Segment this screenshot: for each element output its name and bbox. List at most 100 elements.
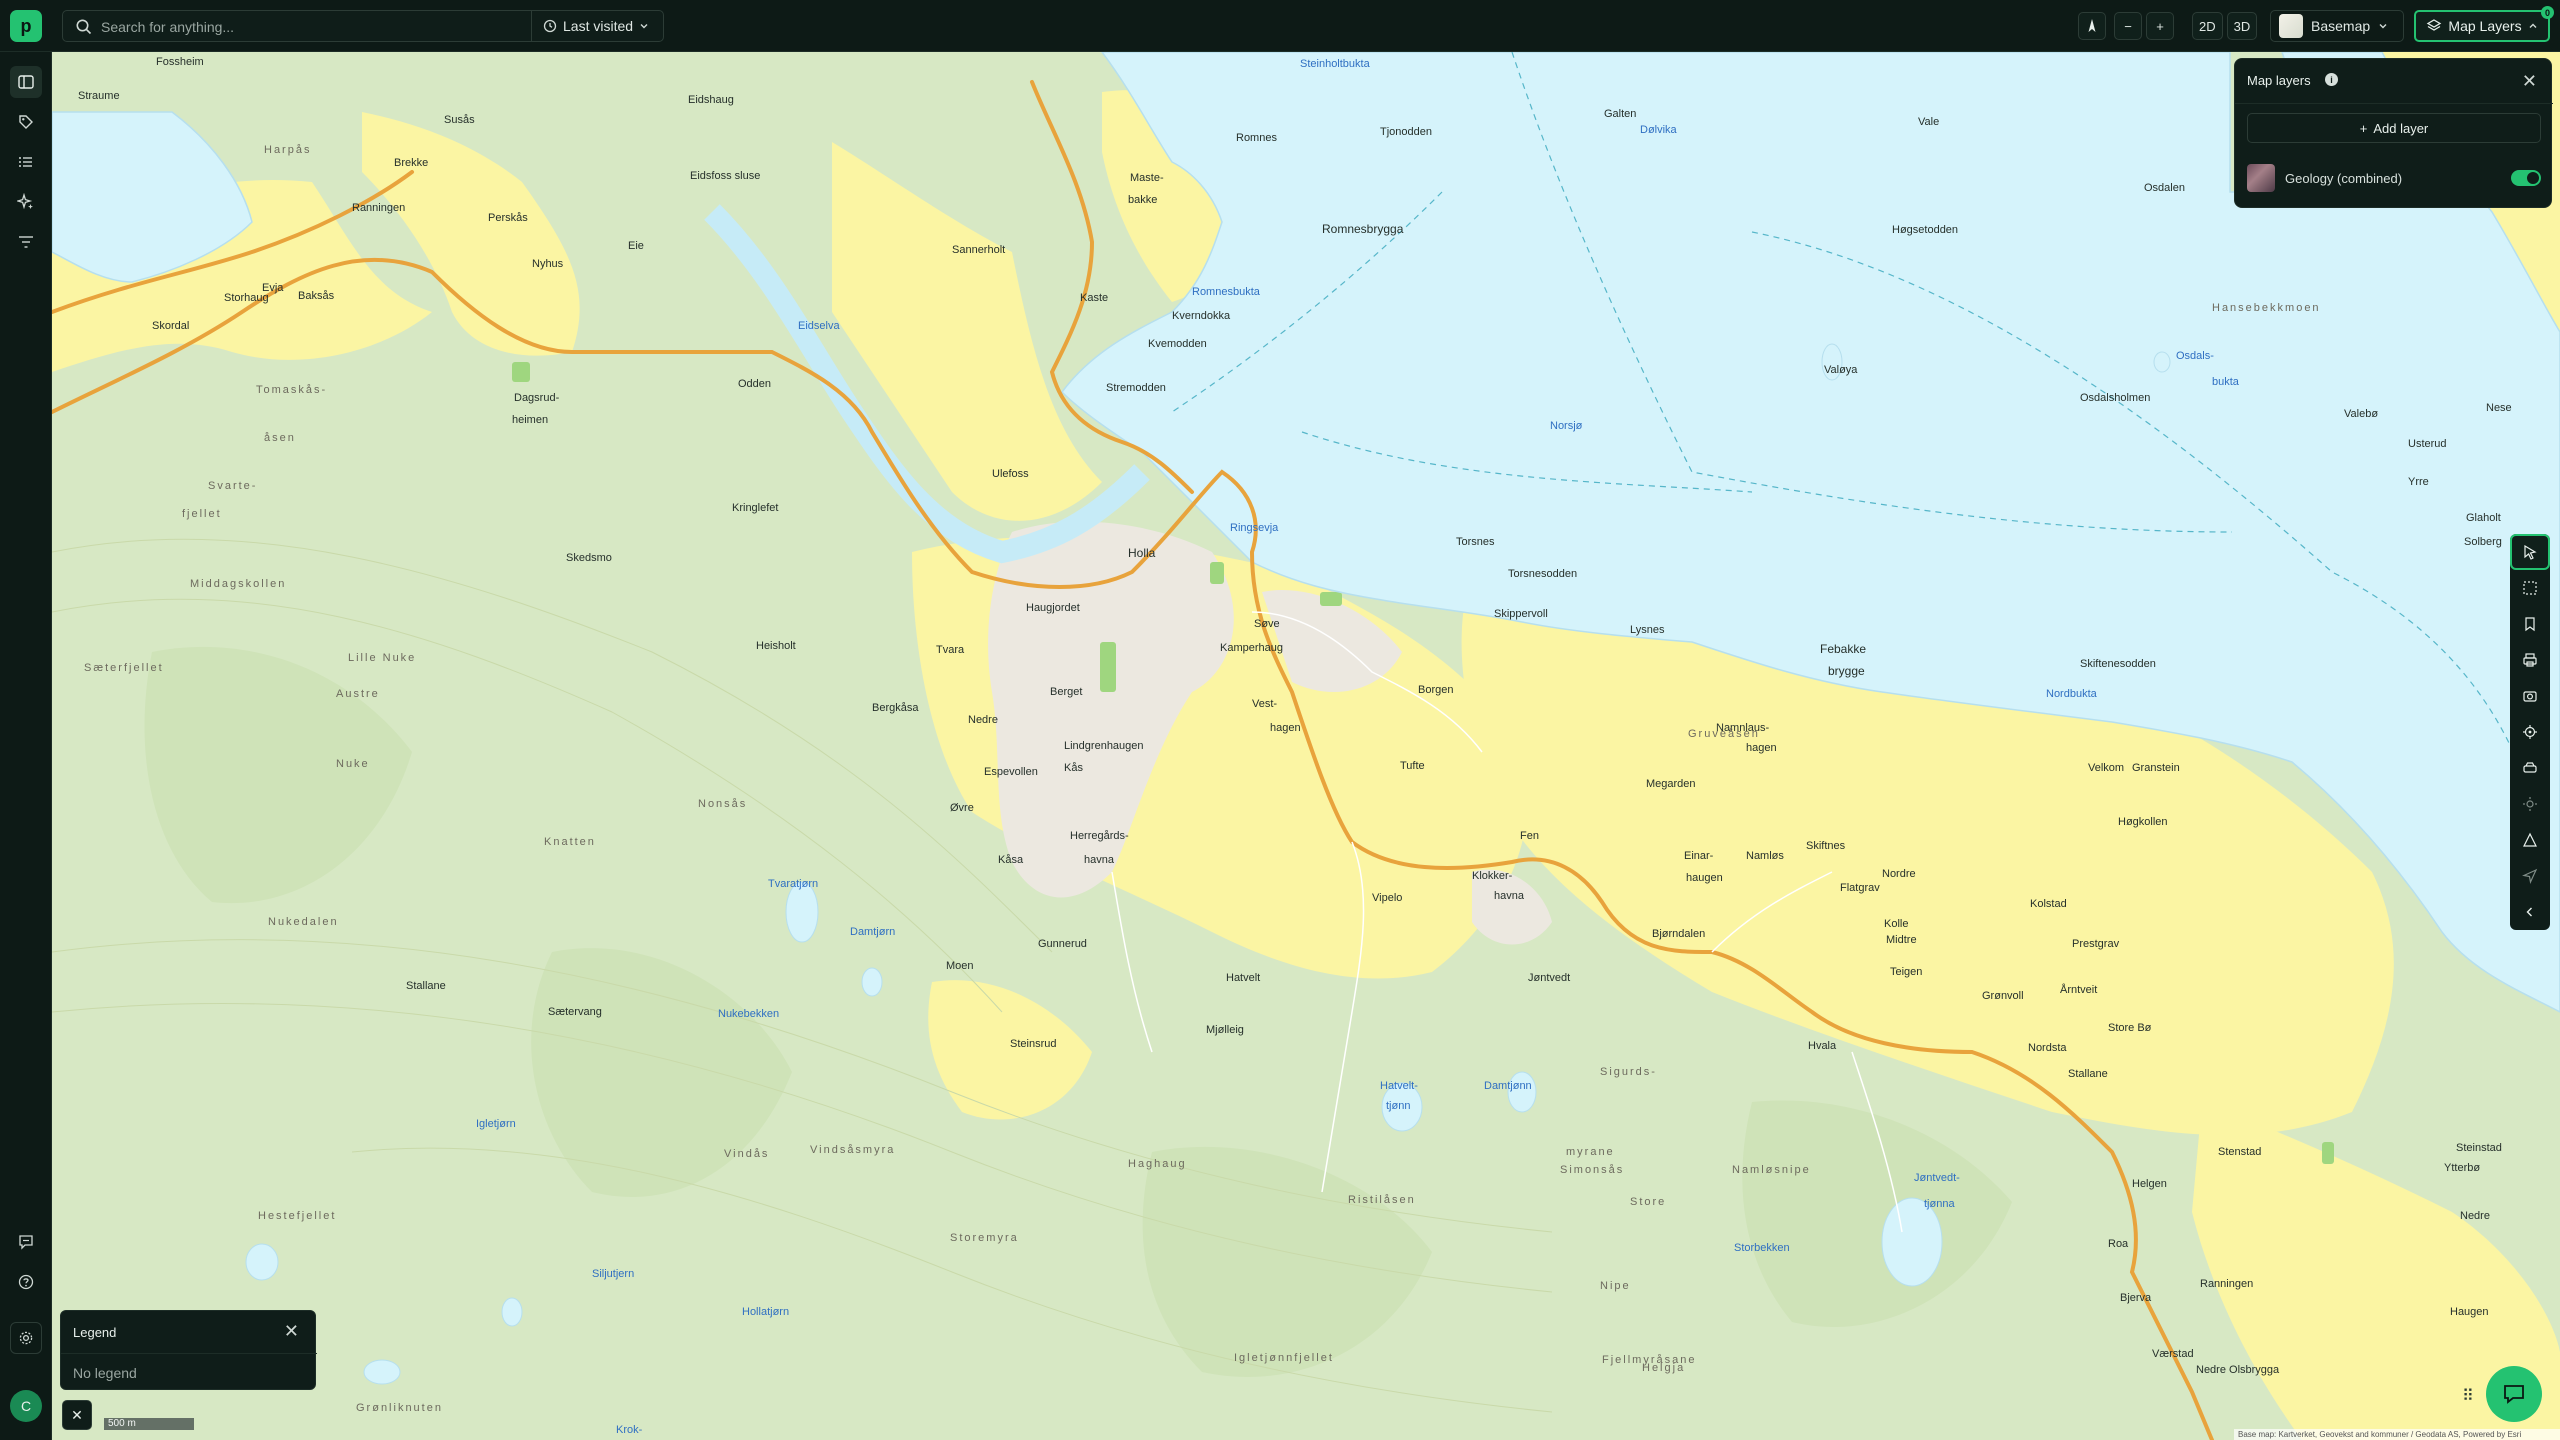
- search-input[interactable]: Search for anything...: [101, 19, 234, 35]
- navigate-button[interactable]: [2510, 858, 2550, 894]
- place-label: Namløsnipe: [1732, 1164, 1811, 1176]
- place-label: Tomaskås-: [256, 384, 328, 396]
- print-icon: [2523, 653, 2537, 667]
- map-layers-button[interactable]: Map Layers 0: [2414, 6, 2554, 42]
- sidebar-item-feedback[interactable]: [10, 1226, 42, 1258]
- sidebar-item-ai[interactable]: [10, 186, 42, 218]
- chat-button[interactable]: [2486, 1366, 2542, 1422]
- place-label: Granstein: [2132, 762, 2180, 774]
- sidebar-item-list[interactable]: [10, 146, 42, 178]
- mode-2d-button[interactable]: 2D: [2192, 12, 2223, 40]
- zoom-in-button[interactable]: +: [2146, 12, 2174, 40]
- sidebar-item-tags[interactable]: [10, 106, 42, 138]
- add-layer-button[interactable]: + Add layer: [2247, 113, 2541, 143]
- terrain-label: Grønliknuten: [356, 1402, 443, 1414]
- compass-button[interactable]: [2078, 12, 2106, 40]
- locate-button[interactable]: [2510, 714, 2550, 750]
- place-label: Stallane: [2068, 1068, 2108, 1080]
- place-label: Sigurds-: [1600, 1066, 1657, 1078]
- sidebar-item-filter[interactable]: [10, 226, 42, 258]
- place-label: Stenstad: [2218, 1146, 2262, 1158]
- sidebar-item-settings[interactable]: [10, 1322, 42, 1354]
- collapse-tools-button[interactable]: [2510, 894, 2550, 930]
- place-label: Baksås: [298, 290, 335, 302]
- place-label: Høgsetodden: [1892, 224, 1959, 236]
- place-label: Tjonodden: [1380, 126, 1432, 138]
- print-button[interactable]: [2510, 642, 2550, 678]
- screenshot-button[interactable]: [2510, 678, 2550, 714]
- place-label: Roa: [2108, 1238, 2129, 1250]
- place-label: Nedre: [968, 714, 998, 726]
- close-icon[interactable]: ✕: [284, 1321, 299, 1342]
- tag-icon: [19, 115, 33, 129]
- user-avatar[interactable]: C: [10, 1390, 42, 1422]
- terrain-label: Igletjønnfjellet: [1234, 1352, 1334, 1364]
- place-label: Mjølleig: [1206, 1024, 1244, 1036]
- place-label: Febakke: [1820, 642, 1867, 656]
- water-label: Norsjø: [1550, 420, 1583, 432]
- layer-visibility-toggle[interactable]: [2511, 170, 2541, 186]
- drag-handle-icon[interactable]: ⠿: [2462, 1386, 2474, 1406]
- measure-button[interactable]: [2510, 822, 2550, 858]
- place-label: Holla: [1128, 546, 1156, 560]
- mode-3d-button[interactable]: 3D: [2226, 12, 2258, 40]
- close-scale-button[interactable]: ✕: [62, 1400, 92, 1430]
- place-label: Galten: [1604, 108, 1637, 120]
- layers-icon: [2427, 19, 2442, 31]
- layer-item[interactable]: Geology (combined): [2247, 163, 2541, 193]
- box-select-button[interactable]: [2510, 570, 2550, 606]
- sidebar-item-help[interactable]: [10, 1266, 42, 1298]
- place-label: Osdalsholmen: [2080, 392, 2151, 404]
- zoom-out-button[interactable]: −: [2114, 12, 2142, 40]
- search-bar[interactable]: Search for anything... Last visited: [62, 10, 664, 42]
- place-label: Austre: [336, 688, 380, 700]
- basemap-button[interactable]: Basemap: [2270, 10, 2404, 42]
- place-label: Søve: [1254, 618, 1280, 630]
- place-label: Store Bø: [2108, 1022, 2152, 1034]
- place-label: Bjørndalen: [1652, 928, 1706, 940]
- sun-icon: [2523, 797, 2537, 811]
- place-label: Jøntvedt: [1528, 972, 1571, 984]
- close-icon[interactable]: ✕: [2522, 71, 2537, 92]
- settings-icon: [19, 1331, 33, 1345]
- bookmark-button[interactable]: [2510, 606, 2550, 642]
- place-label: Haugjordet: [1026, 602, 1080, 614]
- place-label: Svarte-: [208, 480, 258, 492]
- place-label: Haugen: [2450, 1306, 2489, 1318]
- app-logo[interactable]: p: [10, 10, 42, 42]
- place-label: Straume: [78, 90, 120, 102]
- water-label: Hatvelt-: [1380, 1080, 1418, 1092]
- place-label: haugen: [1686, 872, 1723, 884]
- map-canvas[interactable]: Fossheim Straume Susås Eidshaug Harpås B…: [52, 52, 2560, 1440]
- camera-icon: [2523, 691, 2537, 702]
- place-label: Lille Nuke: [348, 652, 417, 664]
- info-icon[interactable]: i: [2325, 73, 2338, 86]
- north-group: [2078, 12, 2106, 40]
- layer-name: Geology (combined): [2285, 170, 2403, 186]
- layers-count-badge: 0: [2541, 6, 2554, 19]
- place-label: Vest-: [1252, 698, 1278, 710]
- sidebar-item-map[interactable]: [10, 66, 42, 98]
- water-label: Nordbukta: [2046, 688, 2097, 700]
- place-label: Simonsås: [1560, 1164, 1625, 1176]
- place-label: Torsnes: [1456, 536, 1495, 548]
- place-label: Flatgrav: [1840, 882, 1880, 894]
- select-tool-button[interactable]: [2510, 534, 2550, 570]
- place-label: Ranningen: [2200, 1278, 2254, 1290]
- place-label: Skippervoll: [1494, 608, 1548, 620]
- last-visited-dropdown[interactable]: Last visited: [543, 18, 649, 34]
- place-label: Ulefoss: [992, 468, 1029, 480]
- sun-button[interactable]: [2510, 786, 2550, 822]
- water-label: bukta: [2212, 376, 2239, 388]
- place-label: Stremodden: [1106, 382, 1166, 394]
- place-label: Solberg: [2464, 536, 2502, 548]
- place-label: Gunnerud: [1038, 938, 1087, 950]
- legend-empty-text: No legend: [73, 1365, 137, 1381]
- water-label: tjønna: [1924, 1198, 1955, 1210]
- place-label: Lysnes: [1630, 624, 1665, 636]
- place-label: Storhaug: [224, 292, 269, 304]
- place-label: Kolstad: [2030, 898, 2067, 910]
- map-layers-label: Map Layers: [2448, 18, 2522, 34]
- street-view-button[interactable]: [2510, 750, 2550, 786]
- map-view-icon: [18, 75, 34, 89]
